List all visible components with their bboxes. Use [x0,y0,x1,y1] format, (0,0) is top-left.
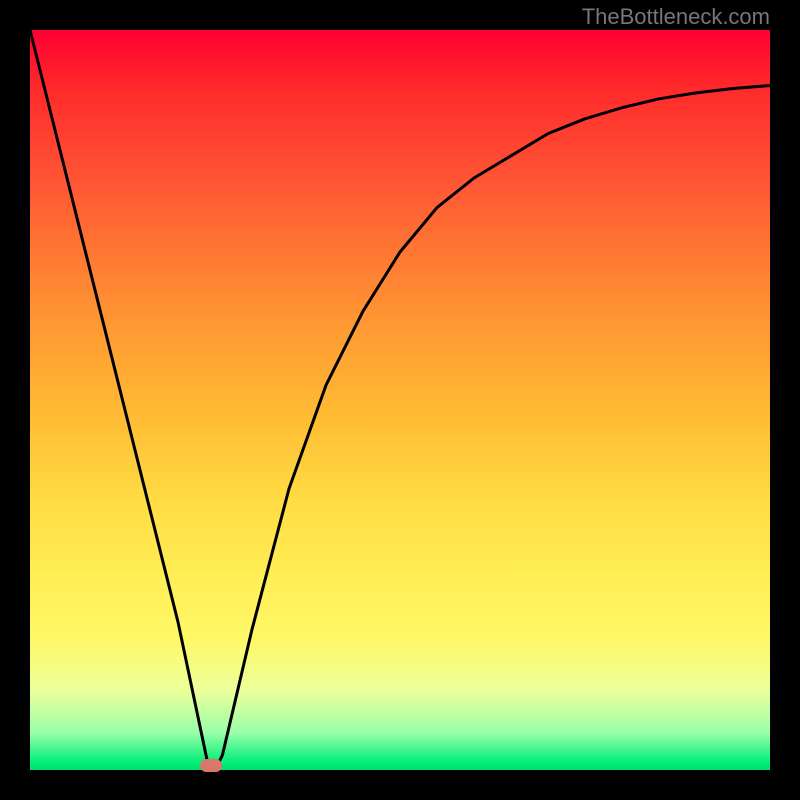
curve-svg [30,30,770,770]
optimal-marker [200,759,222,772]
chart-container: TheBottleneck.com [0,0,800,800]
watermark-text: TheBottleneck.com [582,4,770,30]
plot-area [30,30,770,770]
bottleneck-curve [30,30,770,770]
